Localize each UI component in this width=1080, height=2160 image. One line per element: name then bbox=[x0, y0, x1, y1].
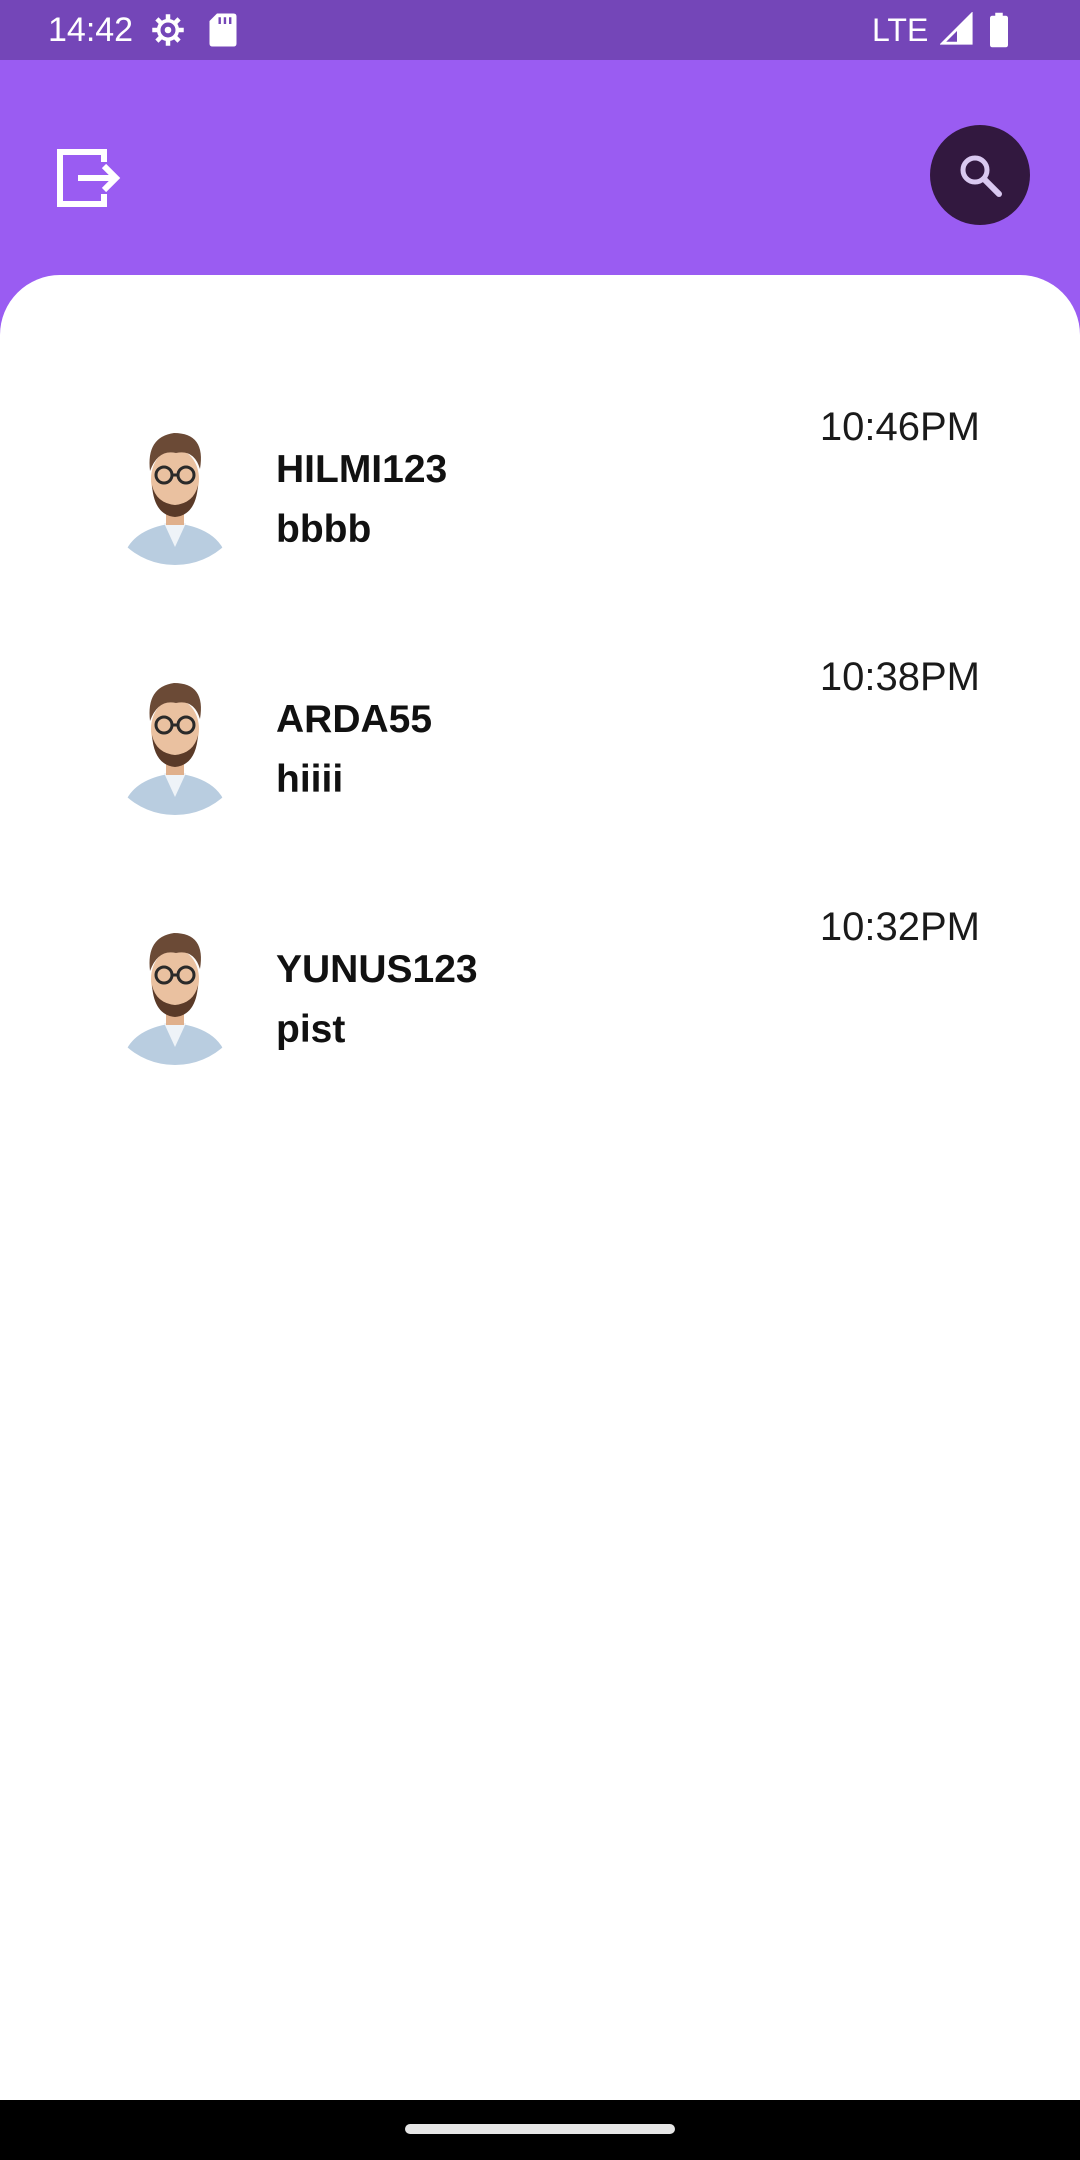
search-icon bbox=[960, 155, 1002, 197]
chat-last-message: pist bbox=[276, 1008, 346, 1051]
chat-time: 10:32PM bbox=[819, 905, 980, 949]
status-bar: 14:42 LTE bbox=[0, 0, 1080, 60]
sd-card-icon bbox=[208, 12, 238, 48]
chat-time: 10:38PM bbox=[819, 655, 980, 699]
home-indicator[interactable] bbox=[405, 2124, 675, 2134]
avatar bbox=[102, 919, 248, 1065]
avatar bbox=[102, 419, 248, 565]
signal-icon bbox=[939, 11, 974, 48]
chat-item[interactable]: ARDA55 hiiii 10:38PM bbox=[0, 649, 1080, 879]
chat-item[interactable]: YUNUS123 pist 10:32PM bbox=[0, 899, 1080, 1129]
logout-button[interactable] bbox=[52, 142, 124, 214]
chat-name: HILMI123 bbox=[276, 448, 448, 491]
chat-time: 10:46PM bbox=[819, 405, 980, 449]
chat-list: HILMI123 bbbb 10:46PM ARDA55 hiiii 10:38… bbox=[0, 275, 1080, 2100]
network-type: LTE bbox=[872, 12, 929, 48]
chat-last-message: hiiii bbox=[276, 758, 344, 801]
avatar bbox=[102, 669, 248, 815]
chat-list-screen: 14:42 LTE HILMI123 bbbb 10:46PM ARDA55 h… bbox=[0, 0, 1080, 2160]
logout-icon bbox=[57, 149, 121, 207]
status-time: 14:42 bbox=[48, 11, 134, 49]
chat-item[interactable]: HILMI123 bbbb 10:46PM bbox=[0, 399, 1080, 629]
settings-icon bbox=[150, 12, 186, 48]
battery-icon bbox=[988, 12, 1010, 48]
search-button[interactable] bbox=[930, 125, 1030, 225]
chat-name: ARDA55 bbox=[276, 698, 433, 741]
chat-name: YUNUS123 bbox=[276, 948, 478, 991]
chat-last-message: bbbb bbox=[276, 508, 372, 551]
navigation-bar bbox=[0, 2100, 1080, 2160]
app-bar bbox=[0, 60, 1080, 275]
